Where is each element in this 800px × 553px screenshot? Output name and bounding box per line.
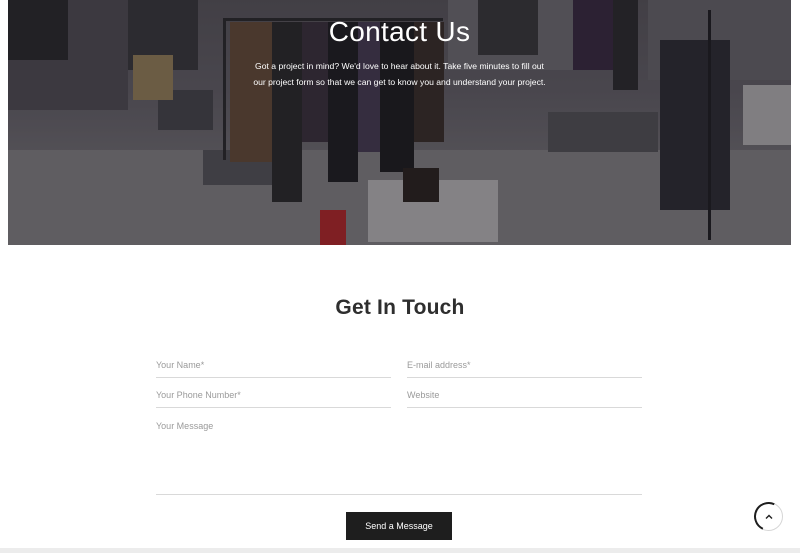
scroll-progress-ring: [749, 497, 788, 536]
phone-field[interactable]: [156, 386, 391, 408]
website-field[interactable]: [407, 386, 642, 408]
hero-banner: Contact Us Got a project in mind? We'd l…: [8, 0, 791, 245]
hero-subtitle: Got a project in mind? We'd love to hear…: [253, 61, 546, 87]
page-bottom-edge: [0, 548, 800, 553]
email-field[interactable]: [407, 356, 642, 378]
send-message-button[interactable]: Send a Message: [346, 512, 452, 540]
page-title: Contact Us: [328, 16, 471, 47]
section-title: Get In Touch: [335, 296, 465, 319]
message-field[interactable]: [156, 418, 642, 495]
scroll-to-top-button[interactable]: [749, 497, 788, 536]
name-field[interactable]: [156, 356, 391, 378]
